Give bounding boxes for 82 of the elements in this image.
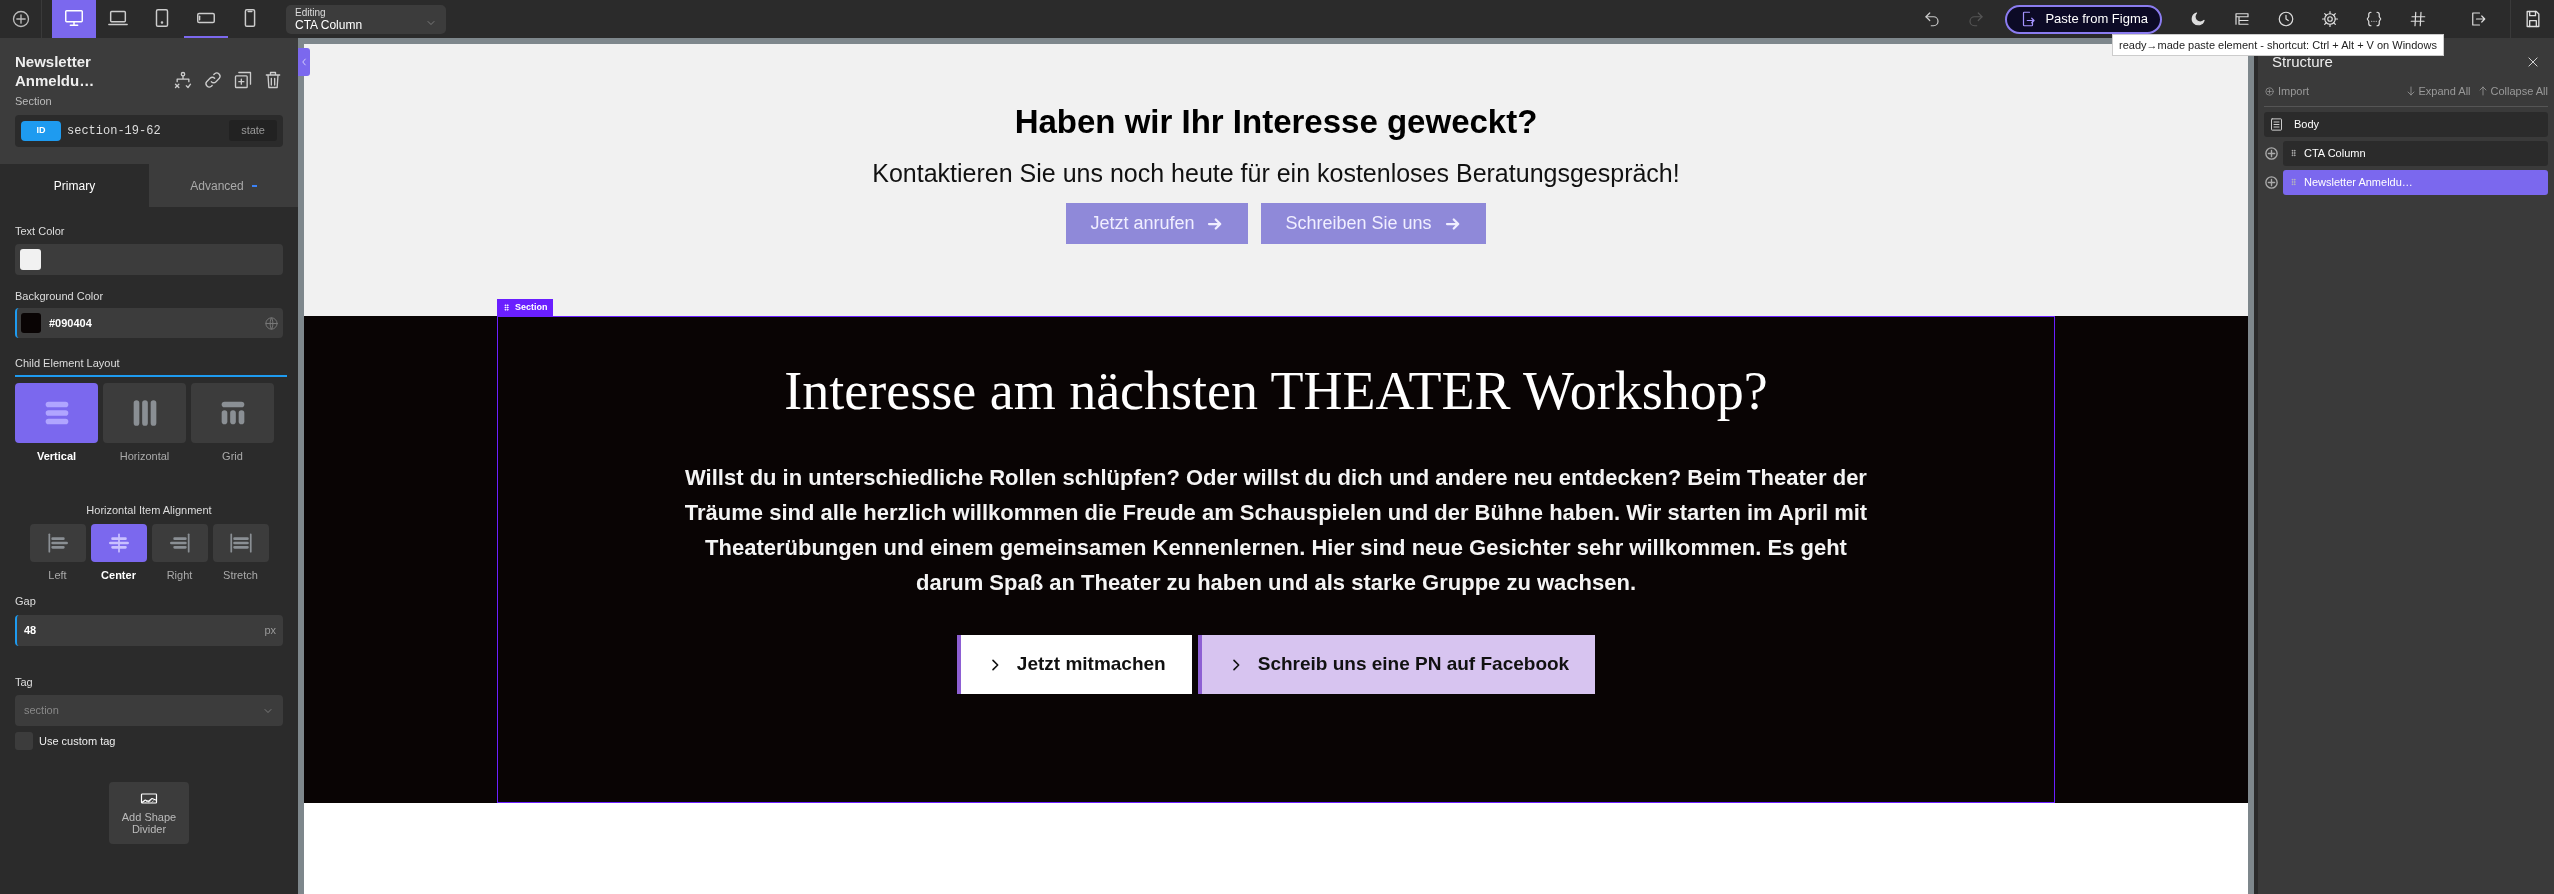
drag-handle-icon[interactable] xyxy=(2289,176,2298,188)
globe-icon xyxy=(264,315,279,331)
exit-icon xyxy=(2469,10,2487,28)
section-button[interactable]: Schreib uns eine PN auf Facebook xyxy=(1197,635,1596,694)
state-button[interactable]: state xyxy=(229,120,277,141)
chevron-left-icon xyxy=(299,55,309,69)
gap-input[interactable]: 48 px xyxy=(15,614,283,646)
trash-button[interactable] xyxy=(263,70,283,90)
alignment-option[interactable] xyxy=(151,523,208,562)
section-paragraph: Willst du in unterschiedliche Rollen schlüpfen? Oder willst du dich und andere neu entdecken? Beim Theater der Träume sind alle herzlich willkommen die Freude am Schauspielen und der Bühne haben. Wir starten im April mit Theaterübungen und einem gemeinsamen Kennenlernen. Hier sind neue Gesichter sehr willkommen. Es geht darum Spaß an Theater zu haben und als starke Gruppe zu wachsen. xyxy=(683,464,1869,597)
paste-from-figma-button[interactable]: Paste from Figma xyxy=(2005,4,2162,34)
add-child-icon[interactable] xyxy=(2264,174,2279,190)
tree-item[interactable]: CTA Column xyxy=(2283,140,2548,166)
drag-handle-icon[interactable] xyxy=(502,303,511,312)
tree-item[interactable]: Body xyxy=(2264,111,2548,137)
section-heading: Child Element Layout xyxy=(15,356,121,371)
section-label: Section xyxy=(497,299,553,316)
page-icon xyxy=(2269,116,2284,132)
add-shape-divider-button[interactable]: Add Shape Divider xyxy=(109,782,189,844)
link-button[interactable] xyxy=(203,70,223,90)
add-icon[interactable] xyxy=(10,9,31,29)
device-tab[interactable] xyxy=(52,0,96,38)
field-label: Text Color xyxy=(15,224,66,239)
hash-icon xyxy=(2409,10,2427,28)
field-label: Background Color xyxy=(15,288,105,304)
option-label: Vertical xyxy=(36,448,77,464)
field-label: Tag xyxy=(15,674,34,690)
duplicate-icon xyxy=(233,70,253,90)
redo-icon xyxy=(1967,10,1986,28)
link-icon xyxy=(203,70,223,90)
option-label: Left xyxy=(48,567,67,583)
alignment-option[interactable] xyxy=(212,523,269,562)
color-swatch xyxy=(20,248,41,270)
layout-option[interactable] xyxy=(191,382,274,443)
element-type: Section xyxy=(15,94,53,109)
section-button[interactable]: Jetzt mitmachen xyxy=(956,635,1192,694)
settings-icon xyxy=(2321,10,2339,28)
color-field[interactable] xyxy=(15,243,283,275)
editing-dropdown[interactable]: Editing CTA Column xyxy=(286,4,446,34)
field-label: Gap xyxy=(15,594,37,609)
code-braces-icon xyxy=(2365,10,2383,28)
import-button[interactable]: Import xyxy=(2264,83,2310,100)
cta-heading: Haben wir Ihr Interesse geweckt? xyxy=(1014,102,1538,142)
alignment-option[interactable] xyxy=(29,523,86,562)
layout-option[interactable] xyxy=(103,382,186,443)
option-label: Grid xyxy=(222,448,243,464)
option-label: Stretch xyxy=(223,567,258,583)
clock-icon xyxy=(2277,10,2295,28)
element-name: Newsletter Anmeldu… xyxy=(15,52,96,90)
id-field[interactable]: ID section-19-62 state xyxy=(15,114,283,147)
dark-mode-icon xyxy=(2189,10,2207,28)
option-label: Right xyxy=(166,567,193,583)
cta-subtext: Kontaktieren Sie uns noch heute für ein kostenloses Beratungsgespräch! xyxy=(872,158,1680,188)
trash-icon xyxy=(263,70,283,90)
undo-icon xyxy=(1923,10,1942,28)
tooltip: ready→made paste element - shortcut: Ctrl + Alt + V on Windows xyxy=(2112,34,2444,56)
hierarchy-icon xyxy=(173,70,193,90)
tree-item[interactable]: Newsletter Anmeldu… xyxy=(2283,169,2548,195)
hierarchy-button[interactable] xyxy=(173,70,193,90)
section-heading: Horizontal Item Alignment xyxy=(85,503,213,518)
close-icon xyxy=(2526,55,2540,69)
desktop-icon xyxy=(63,7,85,29)
id-badge: ID xyxy=(21,120,61,141)
unit-label: px xyxy=(264,622,276,638)
layout-option[interactable] xyxy=(15,382,98,443)
color-field[interactable]: #090404 xyxy=(15,308,283,338)
expand-all-button[interactable]: Expand All xyxy=(2404,83,2471,100)
color-swatch xyxy=(21,313,41,333)
add-icon xyxy=(2264,85,2275,97)
checkbox-label: Use custom tag xyxy=(39,733,116,749)
close-button[interactable] xyxy=(2526,55,2540,69)
duplicate-button[interactable] xyxy=(233,70,253,90)
panel-tab[interactable]: Advanced xyxy=(149,164,298,207)
alignment-option[interactable] xyxy=(90,523,147,562)
option-label: Horizontal xyxy=(119,448,170,464)
collapse-all-button[interactable]: Collapse All xyxy=(2476,83,2548,100)
indicator-icon xyxy=(251,184,257,187)
section-heading: Interesse am nächsten THEATER Workshop? xyxy=(784,360,1768,423)
add-child-icon[interactable] xyxy=(2264,145,2279,161)
drag-handle-icon[interactable] xyxy=(2289,147,2298,159)
layers-icon xyxy=(2233,10,2251,28)
option-label: Center xyxy=(101,567,136,583)
